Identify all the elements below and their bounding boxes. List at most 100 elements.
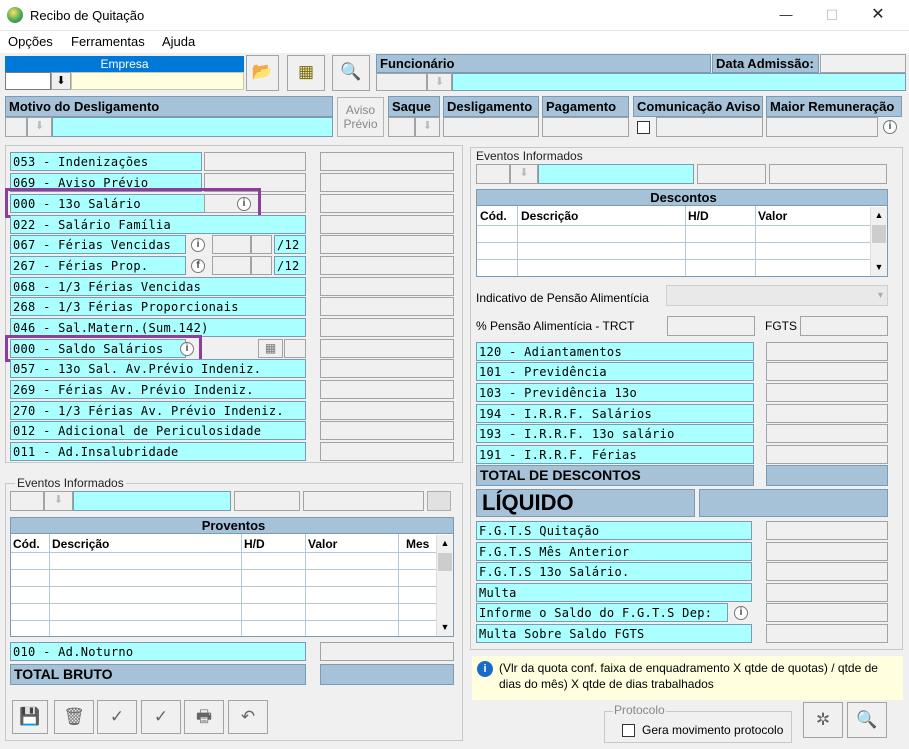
menu-ajuda[interactable]: Ajuda [162,34,195,49]
calculator-button[interactable]: ▦ [287,55,325,91]
scroll-down-icon[interactable]: ▼ [871,259,887,276]
trash-button[interactable]: 🗑 [54,700,94,734]
eventos-right-dropdown-button[interactable]: ⬇ [510,164,538,184]
provento-row-label: 269 - Férias Av. Prévio Indeniz. [10,380,306,399]
scroll-up-icon[interactable]: ▲ [871,207,887,224]
comunicacao-aviso-checkbox[interactable] [637,121,650,134]
motivo-dropdown-button[interactable]: ⬇ [27,117,52,137]
desconto-row-value[interactable] [766,342,888,361]
maior-remuneracao-field[interactable] [766,117,878,137]
indicativo-pensao-select[interactable]: ▾ [666,285,888,306]
fgts-row-value[interactable] [766,624,888,643]
provento-row-value[interactable] [320,173,454,192]
protocolo-legend: Protocolo [613,703,666,717]
saldo-salarios-calc-button[interactable]: ▦ [258,339,283,358]
undo-button[interactable]: ↶ [228,700,268,734]
descontos-scrollbar[interactable]: ▲ ▼ [870,207,887,276]
eventos-left-hd-field[interactable] [234,491,300,511]
provento-row-value[interactable] [320,194,454,213]
provento-row-value[interactable] [320,442,454,461]
scroll-up-icon[interactable]: ▲ [437,535,453,552]
eventos-right-hd-field[interactable] [697,164,766,184]
proventos-scrollbar[interactable]: ▲ ▼ [436,535,453,636]
comunicacao-aviso-field[interactable] [656,117,763,137]
ferias-prop-info-button[interactable]: f [187,257,209,274]
close-button[interactable]: ✕ [855,0,901,31]
provento-row-value[interactable] [320,277,454,296]
ferias-days-input[interactable] [212,235,251,254]
provento-row-value[interactable] [320,380,454,399]
desconto-row-value[interactable] [766,383,888,402]
fgts-field[interactable] [800,316,888,336]
provento-row-value[interactable] [320,152,454,171]
fgts-row-value[interactable] [766,542,888,561]
print-button[interactable]: 🖶 [184,700,224,734]
maximize-button[interactable]: ☐ [809,0,855,31]
printer-icon: 🖶 [195,707,213,726]
maior-remuneracao-info-button[interactable]: i [879,118,901,136]
proventos-grid[interactable]: Proventos Cód. Descrição H/D Valor Mes ▲… [10,517,454,637]
ad-noturno-value[interactable] [320,642,454,661]
desconto-row-value[interactable] [766,362,888,381]
provento-row-value[interactable] [320,318,454,337]
fgts-row-value[interactable] [766,603,888,622]
calculator-icon: ▦ [297,62,315,81]
provento-row-value[interactable] [320,215,454,234]
open-folder-button[interactable]: 📂 [246,55,279,91]
save-button[interactable]: 💾 [12,700,48,734]
eventos-right-code-input[interactable] [476,164,510,184]
funcionario-code-input[interactable] [376,73,427,91]
confirm-button[interactable]: ✓ [97,700,137,734]
aviso-previo-button[interactable]: Aviso Prévio [337,97,384,137]
desconto-row-value[interactable] [766,445,888,464]
empresa-name-field[interactable] [71,72,244,90]
provento-row-value[interactable] [320,401,454,420]
provento-row-value[interactable] [320,256,454,275]
saque-dropdown-button[interactable]: ⬇ [415,117,440,137]
eventos-left-dropdown-button[interactable]: ⬇ [44,491,73,511]
fgts-row-value[interactable] [766,583,888,602]
eventos-right-valor-field[interactable] [769,164,887,184]
search-button[interactable]: 🔍 [332,55,370,91]
empresa-dropdown-button[interactable]: ⬇ [51,72,71,90]
fgts-row-value[interactable] [766,562,888,581]
gera-movimento-checkbox[interactable] [622,724,635,737]
desconto-row-value[interactable] [766,404,888,423]
ferias-vencidas-info-button[interactable]: i [187,236,209,253]
search-user-button[interactable]: 🔍 [847,702,887,738]
provento-row-value[interactable] [320,297,454,316]
scroll-down-icon[interactable]: ▼ [437,619,453,636]
ferias-avos-suffix: /12 [274,256,306,275]
provento-row-value[interactable] [320,235,454,254]
provento-row-value[interactable] [320,359,454,378]
percent-pensao-field[interactable] [667,316,755,336]
motivo-code-input[interactable] [5,117,27,137]
eventos-left-code-input[interactable] [10,491,44,511]
desligamento-field[interactable] [443,117,539,137]
ferias-avos-input[interactable] [251,256,272,275]
menu-ferramentas[interactable]: Ferramentas [71,34,145,49]
provento-row-label: 012 - Adicional de Periculosidade [10,421,306,440]
eventos-left-valor-field[interactable] [303,491,424,511]
pagamento-field[interactable] [542,117,629,137]
provento-row-value[interactable] [320,421,454,440]
col-descricao: Descrição [521,209,579,223]
provento-row-input[interactable] [204,152,306,171]
fgts-row-value[interactable] [766,521,888,540]
eventos-left-add-button[interactable] [427,491,451,511]
minimize-button[interactable]: — [763,0,809,31]
settings-button[interactable]: ✲ [803,702,843,738]
provento-row-value[interactable] [320,339,454,358]
saldo-salarios-days-input[interactable] [284,339,306,358]
confirm-all-button[interactable]: ✓ [141,700,181,734]
empresa-code-input[interactable] [5,72,51,90]
saque-input[interactable] [388,117,415,137]
desconto-row-value[interactable] [766,424,888,443]
ferias-days-input[interactable] [212,256,251,275]
funcionario-dropdown-button[interactable]: ⬇ [427,73,452,91]
magnifier-icon: 🔍 [340,62,362,81]
fgts-saldo-info-button[interactable]: i [730,604,752,621]
menu-opcoes[interactable]: Opções [8,34,53,49]
ferias-avos-input[interactable] [251,235,272,254]
descontos-grid[interactable]: Descontos Cód. Descrição H/D Valor ▲ ▼ [476,189,888,277]
